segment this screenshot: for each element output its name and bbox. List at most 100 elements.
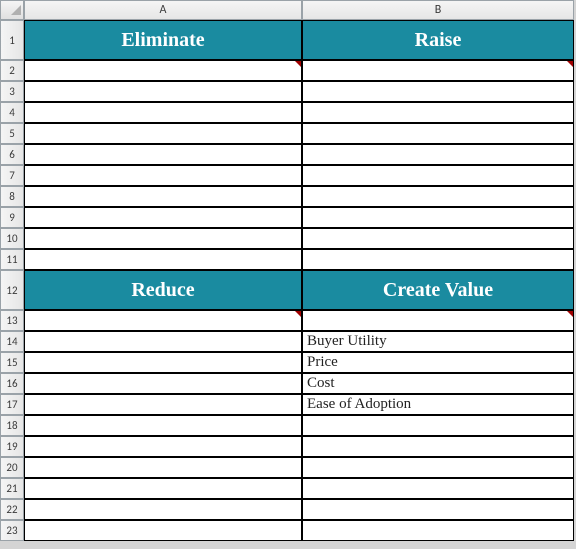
cell-b9[interactable]	[302, 207, 574, 228]
cell-b13[interactable]	[302, 310, 574, 331]
cell-a15[interactable]	[24, 352, 302, 373]
cell-a20[interactable]	[24, 457, 302, 478]
row-header-label: 16	[6, 377, 17, 390]
comment-marker-icon	[567, 311, 573, 317]
row-header-2[interactable]: 2	[0, 60, 24, 81]
cell-b15[interactable]: Price	[302, 352, 574, 373]
cell-b18[interactable]	[302, 415, 574, 436]
cell-b17[interactable]: Ease of Adoption	[302, 394, 574, 415]
row-header-label: 8	[9, 190, 15, 203]
row-header-10[interactable]: 10	[0, 228, 24, 249]
row-header-label: 5	[9, 127, 15, 140]
row-header-20[interactable]: 20	[0, 457, 24, 478]
cell-b12[interactable]: Create Value	[302, 270, 574, 310]
cell-a23[interactable]	[24, 520, 302, 541]
cell-a1[interactable]: Eliminate	[24, 20, 302, 60]
row-header-14[interactable]: 14	[0, 331, 24, 352]
cell-b22[interactable]	[302, 499, 574, 520]
comment-marker-icon	[295, 311, 301, 317]
select-all-icon	[11, 5, 21, 15]
row-header-5[interactable]: 5	[0, 123, 24, 144]
column-header-label: B	[435, 3, 442, 17]
row-header-1[interactable]: 1	[0, 20, 24, 60]
cell-a7[interactable]	[24, 165, 302, 186]
cell-b20[interactable]	[302, 457, 574, 478]
cell-a3[interactable]	[24, 81, 302, 102]
cell-value: Price	[307, 354, 338, 371]
cell-b3[interactable]	[302, 81, 574, 102]
cell-a11[interactable]	[24, 249, 302, 270]
cell-b7[interactable]	[302, 165, 574, 186]
cell-b5[interactable]	[302, 123, 574, 144]
cell-b16[interactable]: Cost	[302, 373, 574, 394]
cell-a13[interactable]	[24, 310, 302, 331]
cell-b11[interactable]	[302, 249, 574, 270]
row-header-22[interactable]: 22	[0, 499, 24, 520]
row-header-9[interactable]: 9	[0, 207, 24, 228]
cell-b4[interactable]	[302, 102, 574, 123]
cell-b6[interactable]	[302, 144, 574, 165]
row-header-label: 23	[6, 524, 17, 537]
row-header-21[interactable]: 21	[0, 478, 24, 499]
cell-b19[interactable]	[302, 436, 574, 457]
cell-value: Raise	[415, 29, 462, 52]
row-header-3[interactable]: 3	[0, 81, 24, 102]
cell-b23[interactable]	[302, 520, 574, 541]
cell-a8[interactable]	[24, 186, 302, 207]
cell-b1[interactable]: Raise	[302, 20, 574, 60]
comment-marker-icon	[567, 61, 573, 67]
select-all-corner[interactable]	[0, 0, 24, 20]
column-header-b[interactable]: B	[302, 0, 574, 20]
column-header-a[interactable]: A	[24, 0, 302, 20]
row-header-label: 14	[6, 335, 17, 348]
row-header-17[interactable]: 17	[0, 394, 24, 415]
row-header-11[interactable]: 11	[0, 249, 24, 270]
cell-a14[interactable]	[24, 331, 302, 352]
cell-b21[interactable]	[302, 478, 574, 499]
cell-value: Cost	[307, 375, 335, 392]
cell-b8[interactable]	[302, 186, 574, 207]
cell-a10[interactable]	[24, 228, 302, 249]
row-header-label: 4	[9, 106, 15, 119]
row-header-label: 18	[6, 419, 17, 432]
cell-value: Eliminate	[121, 29, 204, 52]
row-header-18[interactable]: 18	[0, 415, 24, 436]
comment-marker-icon	[295, 61, 301, 67]
row-header-label: 1	[9, 34, 15, 47]
row-header-label: 21	[6, 482, 17, 495]
row-header-label: 15	[6, 356, 17, 369]
row-header-4[interactable]: 4	[0, 102, 24, 123]
cell-a9[interactable]	[24, 207, 302, 228]
row-header-6[interactable]: 6	[0, 144, 24, 165]
cell-b10[interactable]	[302, 228, 574, 249]
cell-a16[interactable]	[24, 373, 302, 394]
row-header-15[interactable]: 15	[0, 352, 24, 373]
cell-a19[interactable]	[24, 436, 302, 457]
row-header-16[interactable]: 16	[0, 373, 24, 394]
row-header-label: 6	[9, 148, 15, 161]
cell-a21[interactable]	[24, 478, 302, 499]
row-header-label: 10	[6, 232, 17, 245]
row-header-7[interactable]: 7	[0, 165, 24, 186]
cell-a22[interactable]	[24, 499, 302, 520]
cell-value: Create Value	[383, 279, 493, 302]
cell-b2[interactable]	[302, 60, 574, 81]
row-header-23[interactable]: 23	[0, 520, 24, 541]
row-header-label: 12	[6, 284, 17, 297]
cell-a5[interactable]	[24, 123, 302, 144]
cell-a18[interactable]	[24, 415, 302, 436]
cell-b14[interactable]: Buyer Utility	[302, 331, 574, 352]
row-header-label: 9	[9, 211, 15, 224]
row-header-13[interactable]: 13	[0, 310, 24, 331]
column-header-label: A	[160, 3, 167, 17]
cell-a2[interactable]	[24, 60, 302, 81]
row-header-label: 2	[9, 64, 15, 77]
cell-value: Reduce	[131, 279, 194, 302]
row-header-12[interactable]: 12	[0, 270, 24, 310]
cell-a4[interactable]	[24, 102, 302, 123]
row-header-8[interactable]: 8	[0, 186, 24, 207]
row-header-19[interactable]: 19	[0, 436, 24, 457]
cell-a6[interactable]	[24, 144, 302, 165]
cell-a17[interactable]	[24, 394, 302, 415]
cell-a12[interactable]: Reduce	[24, 270, 302, 310]
